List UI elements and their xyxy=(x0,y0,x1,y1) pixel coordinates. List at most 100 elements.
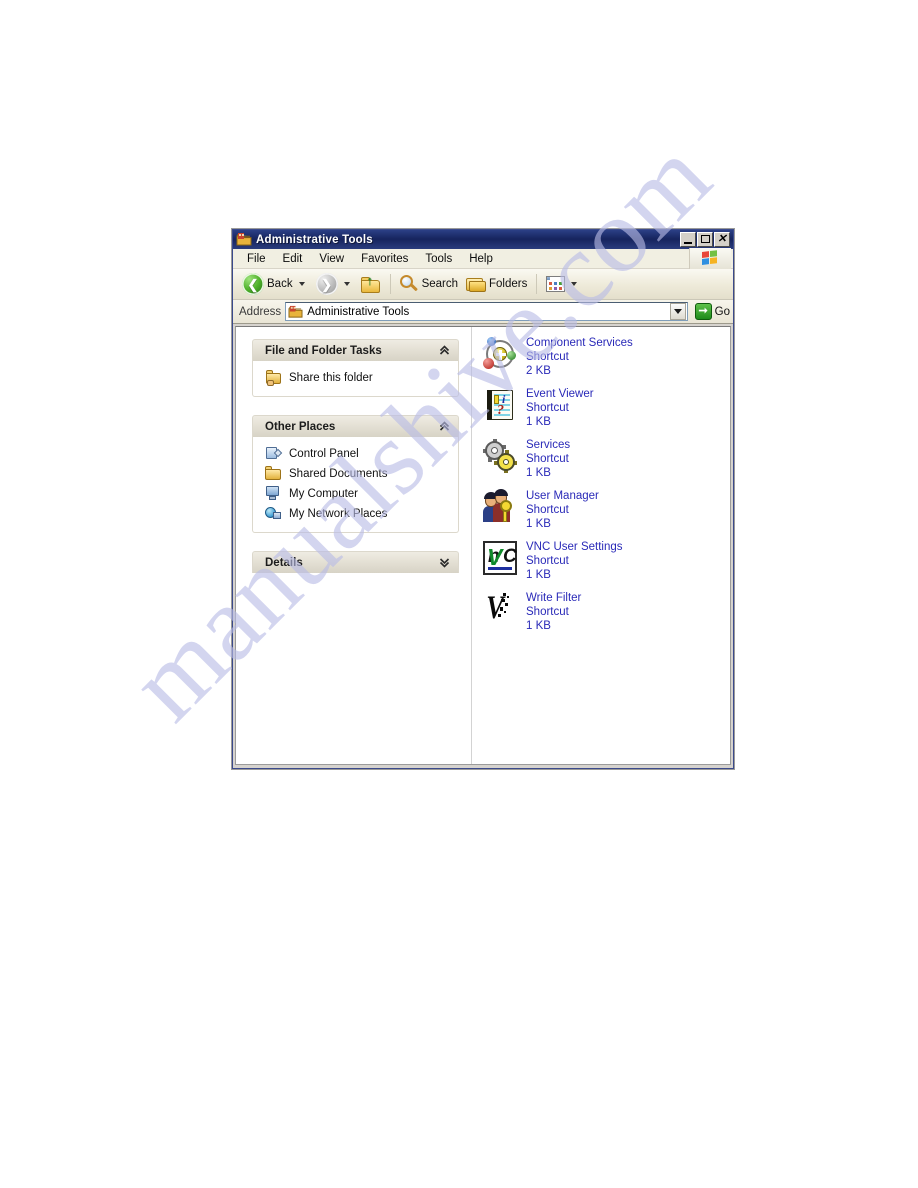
menu-item-file[interactable]: File xyxy=(239,251,275,267)
place-label: Control Panel xyxy=(289,448,359,460)
magnifier-icon xyxy=(399,274,419,294)
menu-item-help[interactable]: Help xyxy=(461,251,502,267)
back-arrow-icon: ❮ xyxy=(242,273,264,295)
file-name: Write Filter xyxy=(526,592,582,604)
share-folder-icon xyxy=(265,370,282,386)
chevron-down-icon xyxy=(673,309,682,314)
list-item[interactable]: User Manager Shortcut 1 KB xyxy=(478,488,730,531)
list-item[interactable]: i? Event Viewer Shortcut 1 KB xyxy=(478,386,730,429)
back-button[interactable]: ❮ Back xyxy=(238,271,312,297)
minimize-button[interactable] xyxy=(680,232,696,247)
address-bar: Address Administrative Tools ➞ Go xyxy=(233,300,733,324)
go-label: Go xyxy=(714,305,730,318)
place-label: Shared Documents xyxy=(289,468,388,480)
forward-button[interactable]: ❯ xyxy=(312,271,357,297)
panel-header-file-and-folder-tasks[interactable]: File and Folder Tasks xyxy=(252,339,459,361)
file-type: Shortcut xyxy=(526,402,569,414)
toolbar-separator-2 xyxy=(536,274,538,294)
place-label: My Network Places xyxy=(289,508,388,520)
services-gears-icon xyxy=(483,439,517,473)
menu-item-tools[interactable]: Tools xyxy=(417,251,461,267)
folders-label: Folders xyxy=(489,278,528,290)
file-type: Shortcut xyxy=(526,555,569,567)
place-label: My Computer xyxy=(289,488,359,500)
go-button[interactable]: ➞ Go xyxy=(692,303,730,320)
chevron-down-icon[interactable] xyxy=(438,556,451,569)
file-size: 2 KB xyxy=(526,365,551,377)
file-type: Shortcut xyxy=(526,504,569,516)
place-my-computer[interactable]: My Computer xyxy=(265,484,450,504)
file-type: Shortcut xyxy=(526,606,569,618)
forward-arrow-icon: ❯ xyxy=(315,273,338,295)
folders-icon xyxy=(466,276,487,293)
window-controls: ✕ xyxy=(680,232,731,247)
panel-file-and-folder-tasks: File and Folder Tasks Share this folder xyxy=(252,339,459,397)
file-size: 1 KB xyxy=(526,416,551,428)
list-item[interactable]: Services Shortcut 1 KB xyxy=(478,437,730,480)
maximize-button[interactable] xyxy=(697,232,713,247)
chevron-up-icon[interactable] xyxy=(438,420,451,433)
file-list: Component Services Shortcut 2 KB i? Even… xyxy=(472,327,730,764)
file-name: Services xyxy=(526,439,571,451)
toolbar-separator-1 xyxy=(389,274,391,294)
task-share-this-folder[interactable]: Share this folder xyxy=(265,368,450,388)
file-size: 1 KB xyxy=(526,467,551,479)
up-folder-icon: ↑ xyxy=(360,274,381,293)
place-my-network-places[interactable]: My Network Places xyxy=(265,504,450,524)
file-name: Event Viewer xyxy=(526,388,594,400)
task-label: Share this folder xyxy=(289,372,373,384)
write-filter-icon: V xyxy=(483,592,517,626)
back-label: Back xyxy=(267,278,293,290)
search-button[interactable]: Search xyxy=(396,271,462,297)
file-name: Component Services xyxy=(526,337,633,349)
window-title: Administrative Tools xyxy=(256,233,373,246)
page-canvas: Administrative Tools ✕ File Edit View Fa… xyxy=(0,0,918,1188)
panel-body-other-places: Control Panel Shared Documents My Comput… xyxy=(252,437,459,533)
panel-title: File and Folder Tasks xyxy=(265,344,382,357)
explorer-window: Administrative Tools ✕ File Edit View Fa… xyxy=(232,229,734,769)
folder-icon xyxy=(265,466,282,482)
list-item[interactable]: V Write Filter Shortcut 1 KB xyxy=(478,590,730,633)
chevron-up-icon[interactable] xyxy=(438,344,451,357)
place-control-panel[interactable]: Control Panel xyxy=(265,444,450,464)
panel-body-file-and-folder-tasks: Share this folder xyxy=(252,361,459,397)
menu-item-favorites[interactable]: Favorites xyxy=(353,251,417,267)
views-icon xyxy=(546,276,566,292)
file-type: Shortcut xyxy=(526,453,569,465)
address-label: Address xyxy=(239,305,282,318)
toolbar: ❮ Back ❯ ↑ Search Folders xyxy=(233,269,733,300)
back-dropdown-icon[interactable] xyxy=(298,282,305,286)
file-size: 1 KB xyxy=(526,620,551,632)
address-dropdown-button[interactable] xyxy=(669,303,686,320)
menu-item-view[interactable]: View xyxy=(311,251,353,267)
file-size: 1 KB xyxy=(526,569,551,581)
panel-details: Details xyxy=(252,551,459,573)
close-button[interactable]: ✕ xyxy=(714,232,730,247)
address-input[interactable]: Administrative Tools xyxy=(285,302,688,321)
panel-header-details[interactable]: Details xyxy=(252,551,459,573)
my-computer-icon xyxy=(265,486,282,502)
event-viewer-icon: i? xyxy=(483,388,517,422)
up-button[interactable]: ↑ xyxy=(357,271,385,297)
search-label: Search xyxy=(421,278,459,290)
list-item[interactable]: Component Services Shortcut 2 KB xyxy=(478,335,730,378)
views-dropdown-icon[interactable] xyxy=(571,282,578,286)
panel-header-other-places[interactable]: Other Places xyxy=(252,415,459,437)
explorer-content: File and Folder Tasks Share this folder xyxy=(235,326,731,765)
file-type: Shortcut xyxy=(526,351,569,363)
folders-button[interactable]: Folders xyxy=(462,271,531,297)
user-manager-icon xyxy=(483,489,517,524)
folder-admin-tools-icon xyxy=(288,305,303,319)
window-titlebar[interactable]: Administrative Tools ✕ xyxy=(233,230,733,249)
file-name: VNC User Settings xyxy=(526,541,623,553)
views-button[interactable] xyxy=(542,271,584,297)
menu-bar: File Edit View Favorites Tools Help xyxy=(233,248,733,269)
place-shared-documents[interactable]: Shared Documents xyxy=(265,464,450,484)
panel-other-places: Other Places Control Panel Shared Docume xyxy=(252,415,459,533)
task-pane: File and Folder Tasks Share this folder xyxy=(236,327,471,764)
menu-item-edit[interactable]: Edit xyxy=(275,251,312,267)
list-item[interactable]: nVC VNC User Settings Shortcut 1 KB xyxy=(478,539,730,582)
forward-dropdown-icon[interactable] xyxy=(343,282,350,286)
go-arrow-icon: ➞ xyxy=(694,303,712,320)
file-size: 1 KB xyxy=(526,518,551,530)
